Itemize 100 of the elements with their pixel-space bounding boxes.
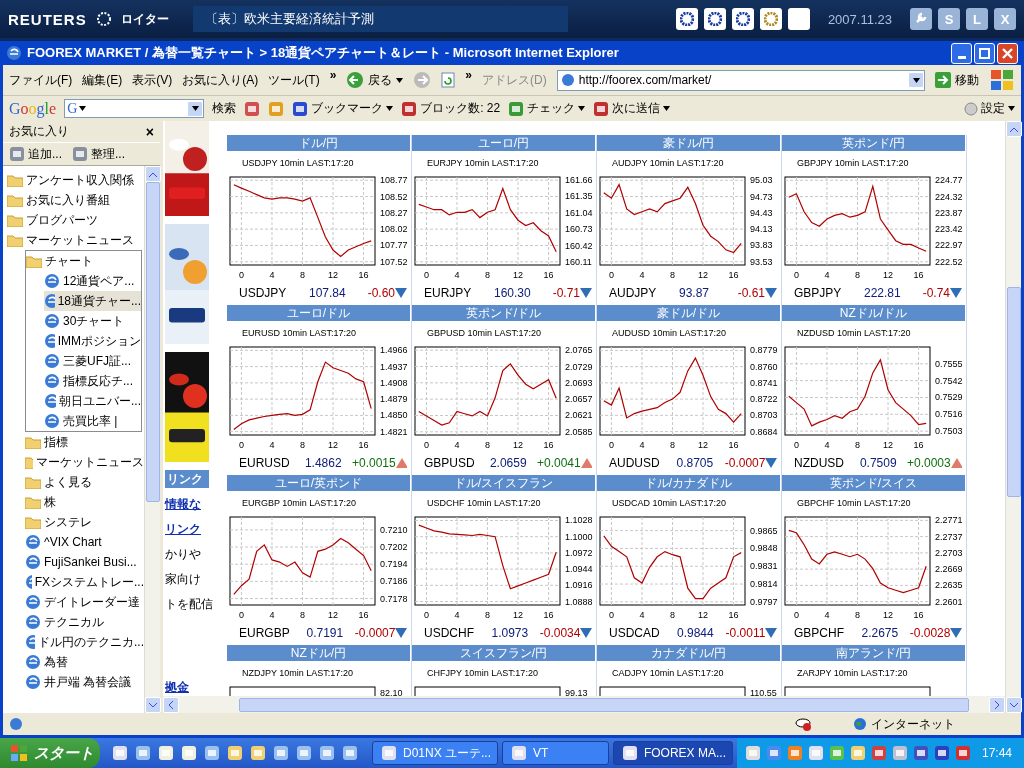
menu-item[interactable]: ファイル(F)	[9, 71, 73, 89]
menu-item[interactable]: お気に入り(A)	[182, 71, 259, 89]
favorite-item[interactable]: 売買比率 |	[44, 411, 141, 431]
link[interactable]: 拠金	[165, 679, 209, 696]
tick-label: 2.2669	[935, 564, 963, 575]
favorite-item[interactable]: 18通貨チャー...	[44, 291, 141, 311]
favorite-item[interactable]: IMMポジション	[44, 331, 141, 351]
toolbar-button[interactable]: チェック	[508, 100, 586, 117]
toolbar-button[interactable]: 次に送信	[593, 100, 671, 117]
chart-caption: USDCHF 10min LAST:17:20	[426, 497, 542, 510]
app-icon[interactable]	[675, 8, 698, 30]
favorite-item[interactable]: 指標反応チ...	[44, 371, 141, 391]
menu-item[interactable]: ツール(T)	[268, 71, 320, 89]
favorite-item[interactable]: 指標	[25, 432, 144, 452]
favorite-item[interactable]: よく見る	[25, 472, 144, 492]
tick-label: 0.7178	[380, 593, 408, 604]
pane-button[interactable]: 整理...	[72, 145, 126, 163]
more-chevron[interactable]: »	[329, 68, 337, 82]
more-chevron[interactable]: »	[465, 68, 473, 82]
back-button[interactable]: 戻る	[346, 71, 404, 89]
pair-symbol: USDCHF	[424, 626, 475, 640]
link[interactable]: リンク	[165, 521, 209, 538]
toolbar-button[interactable]: ブックマーク	[292, 100, 394, 117]
favorite-item[interactable]: チャート	[26, 251, 141, 271]
favorite-item[interactable]: FujiSankei Busi...	[25, 552, 144, 572]
favorite-item[interactable]: 12通貨ペア...	[44, 271, 141, 291]
tick-label: 224.77	[935, 175, 963, 186]
tick-label: 2.0621	[565, 410, 593, 421]
favorite-item[interactable]: アンケート収入関係	[7, 170, 144, 190]
app-icon	[181, 745, 197, 761]
taskbar-button[interactable]: D01NX ユーテ...	[372, 741, 499, 765]
tick-label: 108.52	[380, 191, 408, 202]
app-icon[interactable]	[759, 8, 782, 30]
settings-button[interactable]: 設定	[964, 100, 1015, 117]
favorite-item[interactable]: ブログパーツ	[7, 210, 144, 230]
tick-label: 222.52	[935, 256, 963, 267]
tick-label: 0.7555	[935, 358, 963, 369]
search-field[interactable]: G	[64, 99, 205, 118]
chart-caption: EURJPY 10min LAST:17:20	[426, 157, 540, 170]
menu-item[interactable]: 編集(E)	[82, 71, 123, 89]
search-button[interactable]: 検索	[212, 100, 237, 117]
close-button[interactable]: ×	[145, 123, 154, 140]
tick-label: 0.8741	[750, 377, 778, 388]
app-icon[interactable]	[703, 8, 726, 30]
ie-page-icon	[44, 313, 60, 329]
arrow-icon	[935, 72, 951, 88]
tick-label: 4	[824, 270, 830, 280]
tick-label: 16	[358, 610, 369, 620]
pair-heading: スイスフラン/円	[412, 645, 595, 661]
text-line: 家向け	[165, 571, 202, 588]
pair-heading: ドル/スイスフラン	[412, 475, 595, 491]
favorite-item[interactable]: マーケットニュース	[25, 452, 144, 472]
start-button[interactable]: スタート	[0, 738, 100, 768]
ie-page-icon	[44, 353, 60, 369]
refresh-icon[interactable]	[441, 72, 456, 88]
tick-label: 1.4850	[380, 410, 408, 421]
favorite-item[interactable]: お気に入り番組	[7, 190, 144, 210]
price-change: -0.0034	[539, 626, 581, 640]
favorite-item[interactable]: マーケットニュース	[7, 230, 144, 250]
go-button[interactable]: 移動	[935, 71, 979, 89]
pane-button[interactable]: 追加...	[9, 145, 62, 163]
maximize-button[interactable]	[974, 42, 995, 64]
favorite-item[interactable]: 朝日ユニバー...	[44, 391, 141, 411]
favorite-item[interactable]: システレ	[25, 512, 144, 532]
favorite-item[interactable]: 井戸端 為替会議	[25, 672, 144, 692]
dropdown-button[interactable]	[908, 72, 924, 88]
address-field[interactable]: http://foorex.com/market/	[556, 69, 925, 91]
tick-label: 0	[238, 610, 244, 620]
tick-label: 2.0693	[565, 377, 593, 388]
minimize-button[interactable]	[951, 42, 972, 64]
favorite-item[interactable]: テクニカル	[25, 612, 144, 632]
link[interactable]: 情報な	[165, 496, 209, 513]
wrench-button[interactable]	[910, 8, 932, 30]
price-change: -0.61	[737, 286, 765, 300]
close-button[interactable]	[997, 42, 1018, 64]
favorite-item[interactable]: ドル円のテクニカ...	[25, 632, 144, 652]
taskbar-button[interactable]: VT	[502, 741, 609, 765]
tick-label: 0.8779	[750, 345, 778, 356]
tick-label: 0.7542	[935, 375, 963, 386]
favorite-item[interactable]: FXシステムトレー...	[25, 572, 144, 592]
favorite-item[interactable]: ^VIX Chart	[25, 532, 144, 552]
menu-item[interactable]: 表示(V)	[132, 71, 173, 89]
favorite-item[interactable]: 三菱UFJ証...	[44, 351, 141, 371]
app-icon[interactable]	[731, 8, 754, 30]
scrollbar[interactable]	[144, 166, 160, 713]
blank-icon[interactable]	[787, 8, 810, 30]
toolbar-button[interactable]: ブロック数: 22	[401, 100, 501, 117]
taskbar-button[interactable]: FOOREX MA...	[612, 741, 733, 765]
favorite-item[interactable]: デイトレーダー達	[25, 592, 144, 612]
chart-caption: CADJPY 10min LAST:17:20	[611, 667, 725, 680]
app-icon	[268, 100, 285, 117]
favorite-item[interactable]: 為替	[25, 652, 144, 672]
scrollbar[interactable]	[1005, 121, 1021, 713]
caret-icon	[663, 106, 671, 111]
favorite-item[interactable]: 株	[25, 492, 144, 512]
favorite-item[interactable]: 30チャート	[44, 311, 141, 331]
caret-icon	[79, 106, 87, 111]
brand-name: REUTERS	[8, 10, 87, 28]
app-icon	[250, 745, 266, 761]
scrollbar[interactable]	[163, 696, 1005, 713]
